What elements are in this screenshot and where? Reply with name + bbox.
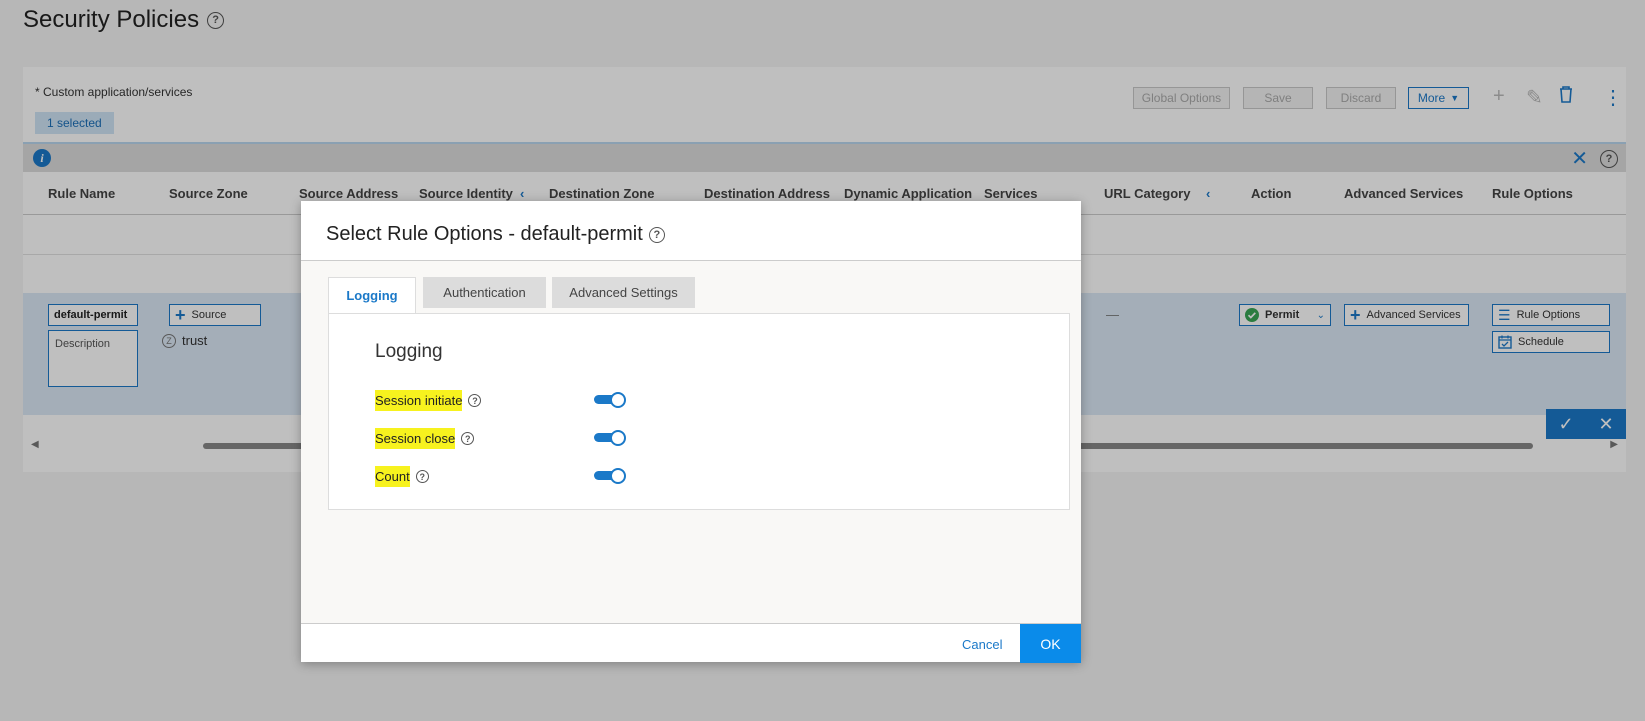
session-initiate-toggle[interactable] [594,392,626,408]
rule-options-dialog: Select Rule Options - default-permit ? L… [301,201,1081,663]
logging-panel: Logging Session initiate ? Session close… [328,313,1070,510]
session-close-label: Session close ? [375,428,475,449]
session-close-text: Session close [375,428,456,449]
help-icon[interactable]: ? [461,432,475,445]
session-close-toggle[interactable] [594,430,626,446]
count-label: Count ? [375,466,429,487]
tab-authentication[interactable]: Authentication [423,277,546,308]
section-title: Logging [375,341,443,362]
ok-button[interactable]: OK [1020,624,1081,663]
help-icon[interactable]: ? [415,470,429,483]
dialog-footer: Cancel OK [301,623,1081,663]
cancel-button[interactable]: Cancel [962,637,1002,652]
dialog-title-text: Select Rule Options - default-permit [326,223,643,245]
help-icon[interactable]: ? [648,226,665,243]
tab-advanced-settings[interactable]: Advanced Settings [552,277,695,308]
help-icon[interactable]: ? [468,394,482,407]
count-toggle[interactable] [594,468,626,484]
session-initiate-label: Session initiate ? [375,390,482,411]
toggle-knob [610,392,626,408]
dialog-title: Select Rule Options - default-permit ? [326,223,665,246]
toggle-knob [610,468,626,484]
toggle-knob [610,430,626,446]
dialog-header: Select Rule Options - default-permit ? [301,201,1081,261]
session-initiate-text: Session initiate [375,390,463,411]
count-text: Count [375,466,410,487]
tab-logging[interactable]: Logging [328,277,416,313]
